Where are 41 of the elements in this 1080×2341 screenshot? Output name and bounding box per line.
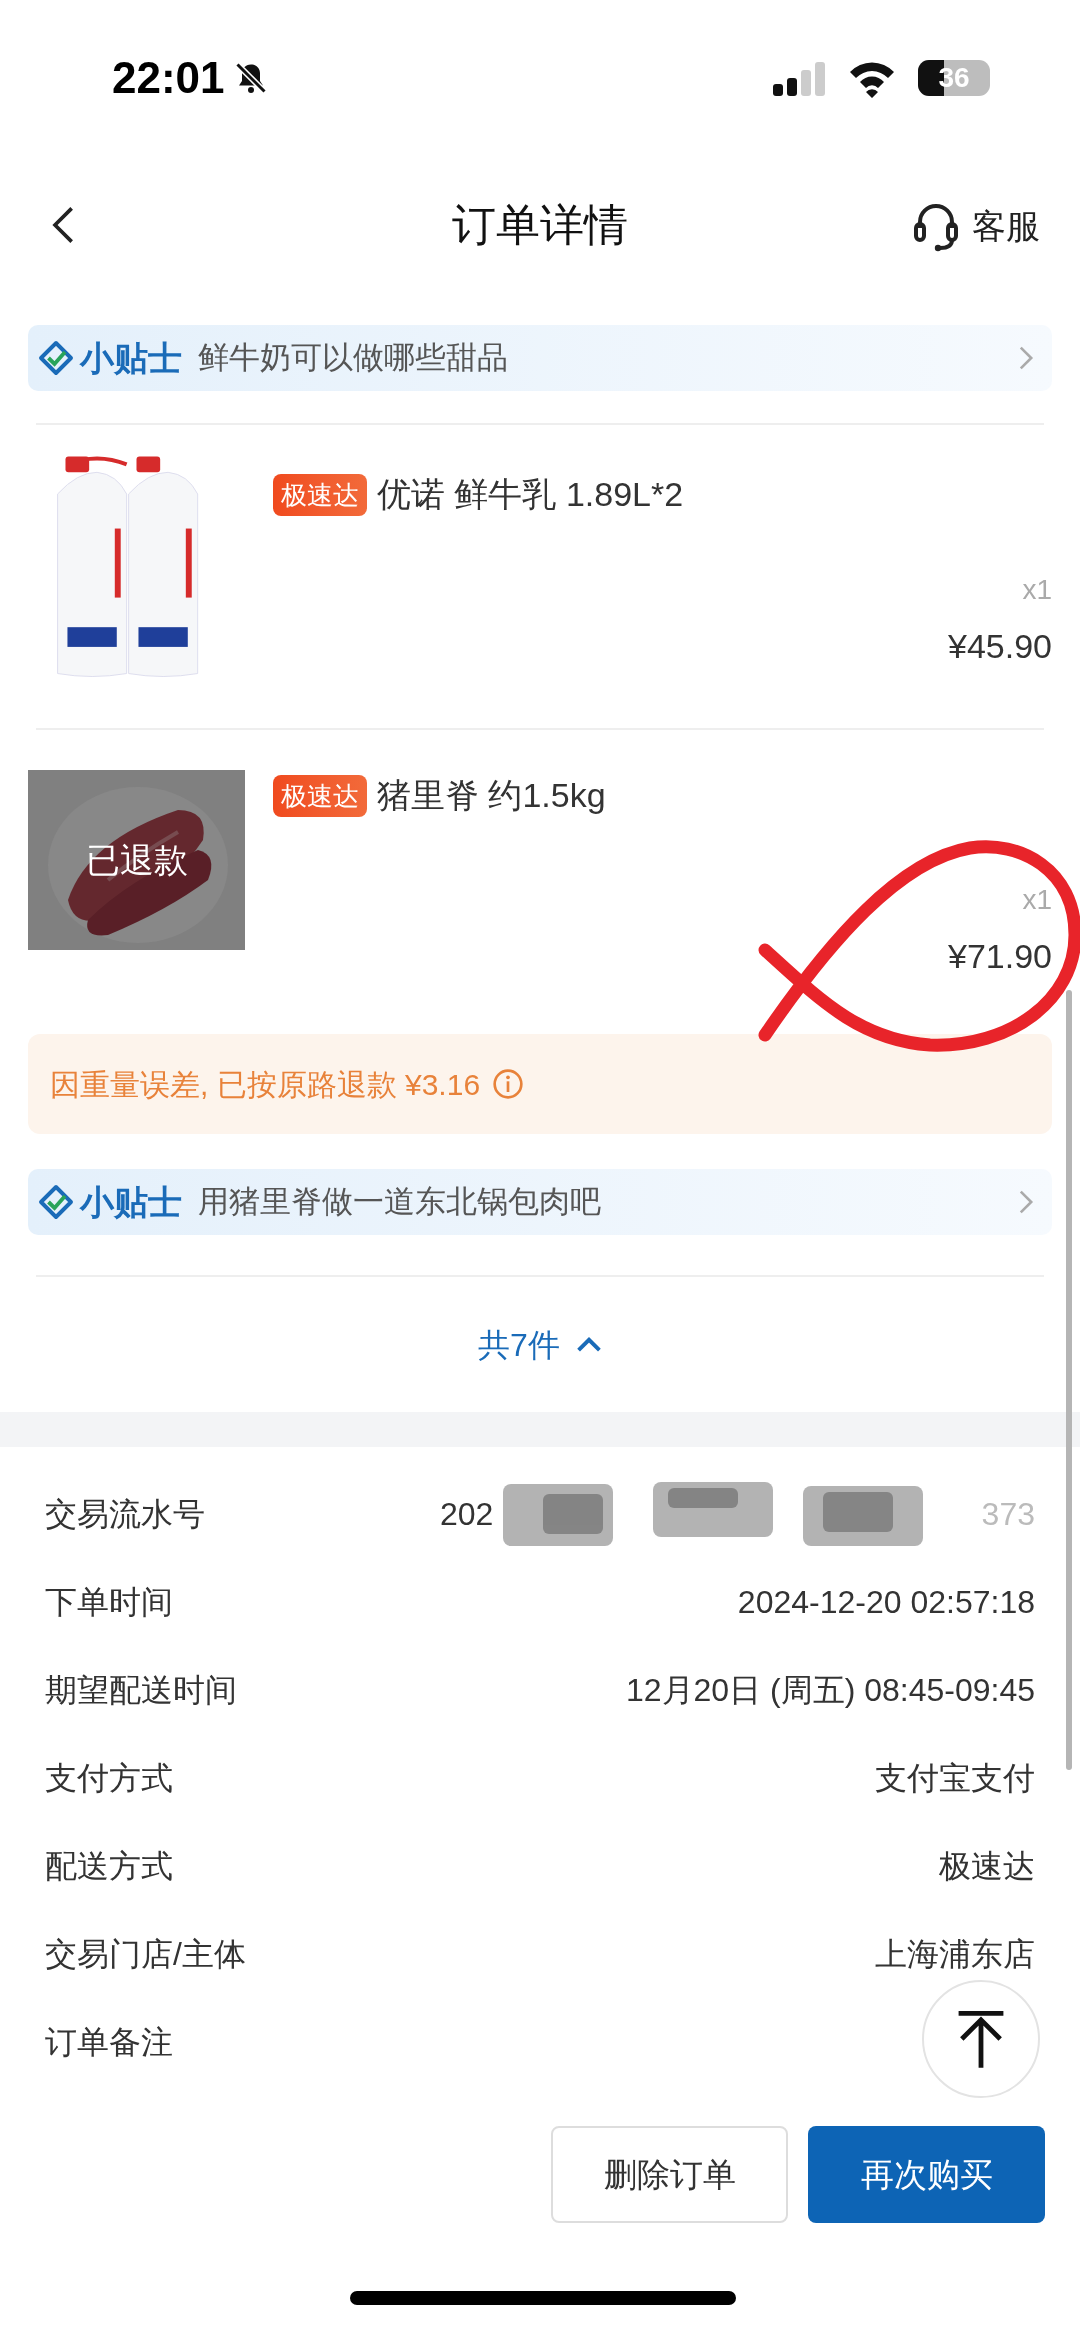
detail-label: 支付方式: [45, 1759, 173, 1798]
detail-value: 202: [440, 1495, 494, 1534]
refund-notice-text: 因重量误差, 已按原路退款 ¥3.16: [50, 1066, 481, 1103]
quantity-text: x1: [1022, 573, 1052, 607]
signal-icon: [772, 60, 826, 96]
detail-value: 2024-12-20 02:57:18: [737, 1583, 1035, 1622]
product-name: 猪里脊 约1.5kg: [377, 775, 606, 816]
detail-value: 极速达: [939, 1847, 1035, 1886]
buy-again-button[interactable]: 再次购买: [808, 2126, 1045, 2223]
refunded-label: 已退款: [85, 839, 188, 881]
detail-label: 订单备注: [45, 2023, 173, 2062]
tip-label: 小贴士: [80, 1181, 182, 1223]
price-text: ¥45.90: [948, 626, 1052, 667]
diamond-check-icon: [38, 340, 74, 376]
detail-value: 373: [981, 1495, 1035, 1534]
chevron-right-icon: [1018, 1189, 1034, 1215]
tip-text: 用猪里脊做一道东北锅包肉吧: [198, 1182, 602, 1221]
price-text: ¥71.90: [948, 936, 1052, 977]
delivery-tag: 极速达: [273, 774, 367, 817]
delete-order-button[interactable]: 删除订单: [551, 2126, 788, 2223]
quantity-text: x1: [1022, 883, 1052, 917]
detail-value: 12月20日 (周五) 08:45-09:45: [625, 1671, 1035, 1710]
detail-value: 上海浦东店: [875, 1935, 1035, 1974]
item-count-toggle[interactable]: 共7件: [478, 1320, 602, 1369]
product-name: 优诺 鲜牛乳 1.89L*2: [377, 474, 684, 515]
detail-label: 交易门店/主体: [45, 1935, 246, 1974]
tip-banner[interactable]: 小贴士 用猪里脊做一道东北锅包肉吧: [28, 1169, 1052, 1235]
tip-banner[interactable]: 小贴士 鲜牛奶可以做哪些甜品: [28, 325, 1052, 391]
detail-label: 期望配送时间: [45, 1671, 237, 1710]
tip-label: 小贴士: [80, 337, 182, 379]
detail-label: 配送方式: [45, 1847, 173, 1886]
page-title: 订单详情: [452, 199, 628, 251]
delivery-tag: 极速达: [273, 473, 367, 516]
tip-text: 鲜牛奶可以做哪些甜品: [198, 338, 509, 377]
clock-time: 22:01: [112, 52, 225, 104]
diamond-check-icon: [38, 1184, 74, 1220]
customer-service-button[interactable]: 客服: [912, 200, 1040, 252]
detail-label: 交易流水号: [45, 1495, 205, 1534]
chevron-right-icon: [1018, 345, 1034, 371]
detail-value: 支付宝支付: [875, 1759, 1035, 1798]
detail-label: 下单时间: [45, 1583, 173, 1622]
